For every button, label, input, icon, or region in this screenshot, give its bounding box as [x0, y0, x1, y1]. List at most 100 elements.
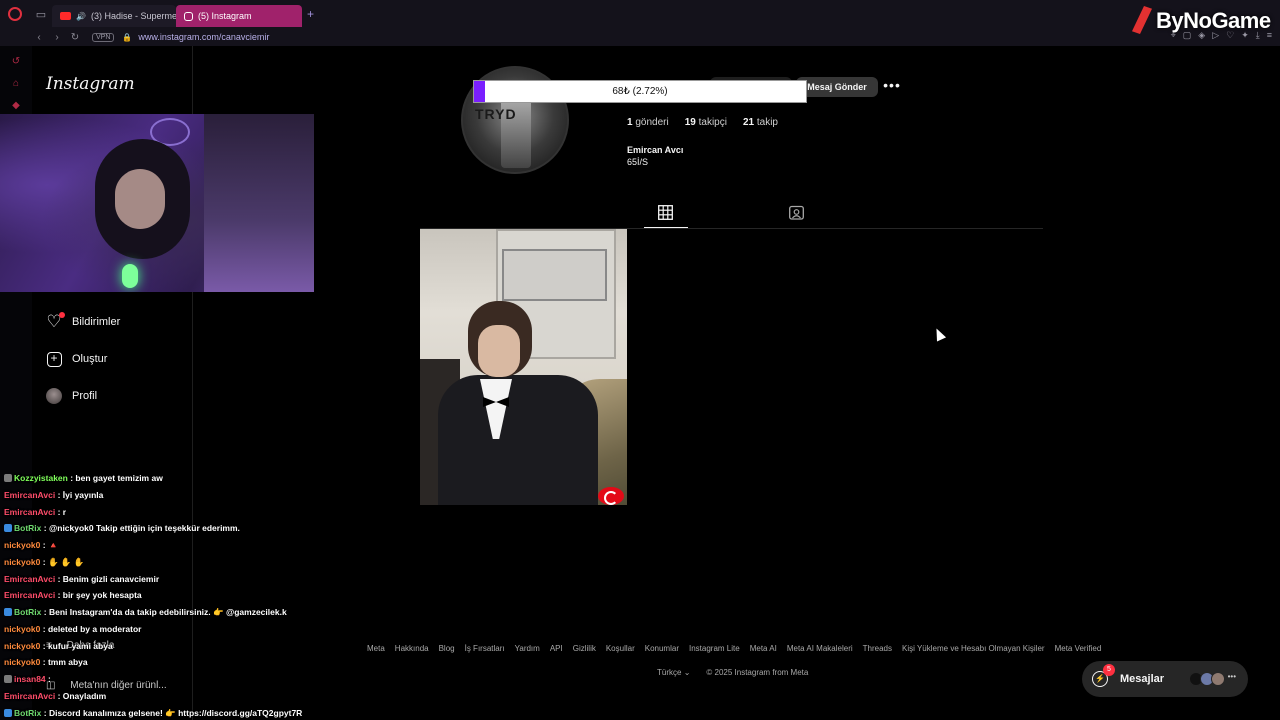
forward-icon[interactable]: ›: [48, 32, 66, 43]
nav-item-notifications[interactable]: ♡ Bildirimler: [46, 312, 120, 331]
chat-text: : deleted by a moderator: [42, 623, 142, 634]
new-tab-button[interactable]: +: [307, 7, 314, 21]
notification-dot: [59, 312, 65, 318]
chat-username[interactable]: BotRix: [14, 708, 41, 718]
nav-item-profile[interactable]: Profil: [46, 388, 97, 404]
copyright: © 2025 Instagram from Meta: [706, 668, 809, 677]
chat-message: BotRix : Beni Instagram'da da takip edeb…: [0, 604, 330, 621]
instagram-logo[interactable]: Instagram: [46, 74, 135, 94]
footer-link[interactable]: Konumlar: [645, 644, 679, 653]
bag-icon[interactable]: ⌂: [0, 72, 32, 94]
profile-bio: 65İ/S: [627, 157, 649, 167]
chat-message: nickyok0 : ✋ ✋ ✋: [0, 554, 330, 571]
chevron-down-icon: ⌄: [683, 668, 691, 677]
chat-text: : İyi yayınla: [57, 489, 104, 500]
chat-username[interactable]: EmircanAvci: [4, 691, 55, 701]
chat-username[interactable]: nickyok0: [4, 624, 40, 634]
send-message-button[interactable]: Mesaj Gönder: [796, 77, 878, 97]
chat-text: : Benim gizli canavciemir: [57, 573, 160, 584]
chat-username[interactable]: EmircanAvci: [4, 507, 55, 517]
tab-instagram[interactable]: (5) Instagram: [176, 5, 302, 27]
history-icon[interactable]: ↺: [0, 50, 32, 72]
footer-link[interactable]: Threads: [863, 644, 892, 653]
profile-full-name: Emircan Avcı: [627, 145, 684, 155]
donation-progress-bar: 68₺ (2.72%): [473, 80, 807, 103]
footer-link[interactable]: API: [550, 644, 563, 653]
chat-username[interactable]: nickyok0: [4, 540, 40, 550]
chat-message: BotRix : @nickyok0 Takip ettiğin için te…: [0, 520, 330, 537]
avatar: [1210, 672, 1225, 686]
chat-text: : kufur yami abya: [42, 640, 113, 651]
back-icon[interactable]: ‹: [30, 32, 48, 43]
chat-message: nickyok0 : kufur yami abya: [0, 638, 330, 655]
messages-label: Mesajlar: [1120, 673, 1165, 685]
chat-text: : @nickyok0 Takip ettiğin için teşekkür …: [43, 523, 240, 534]
chat-message: EmircanAvci : r: [0, 504, 330, 521]
footer-link[interactable]: Meta AI: [750, 644, 777, 653]
avatar: [46, 388, 62, 404]
chat-username[interactable]: nickyok0: [4, 641, 40, 651]
messages-button[interactable]: ⚡ 5 Mesajlar •••: [1082, 661, 1248, 697]
footer-link[interactable]: Gizlilik: [573, 644, 596, 653]
tagged-icon[interactable]: [789, 205, 804, 220]
chat-username[interactable]: EmircanAvci: [4, 574, 55, 584]
vpn-badge[interactable]: VPN: [92, 32, 115, 42]
lock-icon[interactable]: 🔒: [122, 33, 132, 42]
plus-icon: +: [46, 351, 62, 367]
opera-logo-icon[interactable]: [0, 0, 30, 28]
more-options-icon[interactable]: •••: [882, 77, 902, 97]
posts-stat[interactable]: 1 gönderi: [627, 117, 669, 128]
tab-menu-icon[interactable]: ▭: [30, 0, 52, 28]
nav-label: Oluştur: [72, 353, 108, 365]
following-stat[interactable]: 21 takip: [743, 117, 778, 128]
chat-text: : tmm abya: [42, 657, 88, 668]
more-icon: •••: [1227, 672, 1236, 681]
footer-link[interactable]: Yardım: [515, 644, 540, 653]
flag-patch: [598, 487, 624, 505]
profile-picture-text: TRYD: [475, 106, 517, 122]
chat-badge-icon: [4, 675, 12, 683]
footer-links: Meta Hakkında Blog İş Fırsatları Yardım API Gi…: [367, 644, 1101, 653]
messages-badge: 5: [1103, 664, 1115, 676]
footer-link[interactable]: Instagram Lite: [689, 644, 740, 653]
followers-stat[interactable]: 19 takipçi: [685, 117, 727, 128]
post-thumbnail[interactable]: [420, 229, 627, 505]
grid-icon[interactable]: [658, 205, 673, 220]
chat-username[interactable]: nickyok0: [4, 657, 40, 667]
chat-username[interactable]: BotRix: [14, 523, 41, 533]
chat-username[interactable]: Kozzyistaken: [14, 473, 68, 483]
footer-link[interactable]: Meta Verified: [1055, 644, 1102, 653]
chat-text: : bir şey yok hesapta: [57, 590, 142, 601]
chat-text: : r: [57, 506, 67, 517]
chat-badge-icon: [4, 608, 12, 616]
footer-link[interactable]: Kişi Yükleme ve Hesabı Olmayan Kişiler: [902, 644, 1045, 653]
chat-message: nickyok0 : deleted by a moderator: [0, 621, 330, 638]
footer-link[interactable]: Koşullar: [606, 644, 635, 653]
speaker-icon: 🔊: [76, 11, 86, 21]
tab-hadise[interactable]: 🔊 (3) Hadise - Superme: [52, 5, 176, 27]
footer-link[interactable]: Hakkında: [395, 644, 429, 653]
chat-username[interactable]: BotRix: [14, 607, 41, 617]
tab-label: (5) Instagram: [198, 11, 252, 21]
nav-item-create[interactable]: + Oluştur: [46, 351, 107, 367]
footer-link[interactable]: Meta AI Makaleleri: [787, 644, 853, 653]
url-field[interactable]: www.instagram.com/canavciemir: [138, 32, 269, 42]
footer-link[interactable]: İş Fırsatları: [465, 644, 505, 653]
profile-stats: 1 gönderi 19 takipçi 21 takip: [627, 117, 778, 128]
footer-link[interactable]: Meta: [367, 644, 385, 653]
stream-chat: Kozzyistaken : ben gayet temizim aw Emirc…: [0, 470, 330, 720]
reload-icon[interactable]: ↻: [66, 32, 84, 43]
chat-message: EmircanAvci : bir şey yok hesapta: [0, 587, 330, 604]
instagram-icon: [184, 11, 193, 21]
chat-username[interactable]: EmircanAvci: [4, 490, 55, 500]
chat-text: : Onayladım: [57, 690, 107, 701]
chat-username[interactable]: nickyok0: [4, 557, 40, 567]
messenger-icon: ⚡ 5: [1092, 664, 1115, 687]
extension-icon[interactable]: ◆: [0, 94, 32, 116]
chat-username[interactable]: insan84: [14, 674, 46, 684]
chat-username[interactable]: EmircanAvci: [4, 590, 55, 600]
footer-link[interactable]: Blog: [439, 644, 455, 653]
nav-label: Profil: [72, 390, 98, 402]
language-selector[interactable]: Türkçe ⌄: [657, 668, 690, 677]
address-bar: ‹ › ↻ VPN 🔒 www.instagram.com/canavciemi…: [0, 28, 1280, 46]
